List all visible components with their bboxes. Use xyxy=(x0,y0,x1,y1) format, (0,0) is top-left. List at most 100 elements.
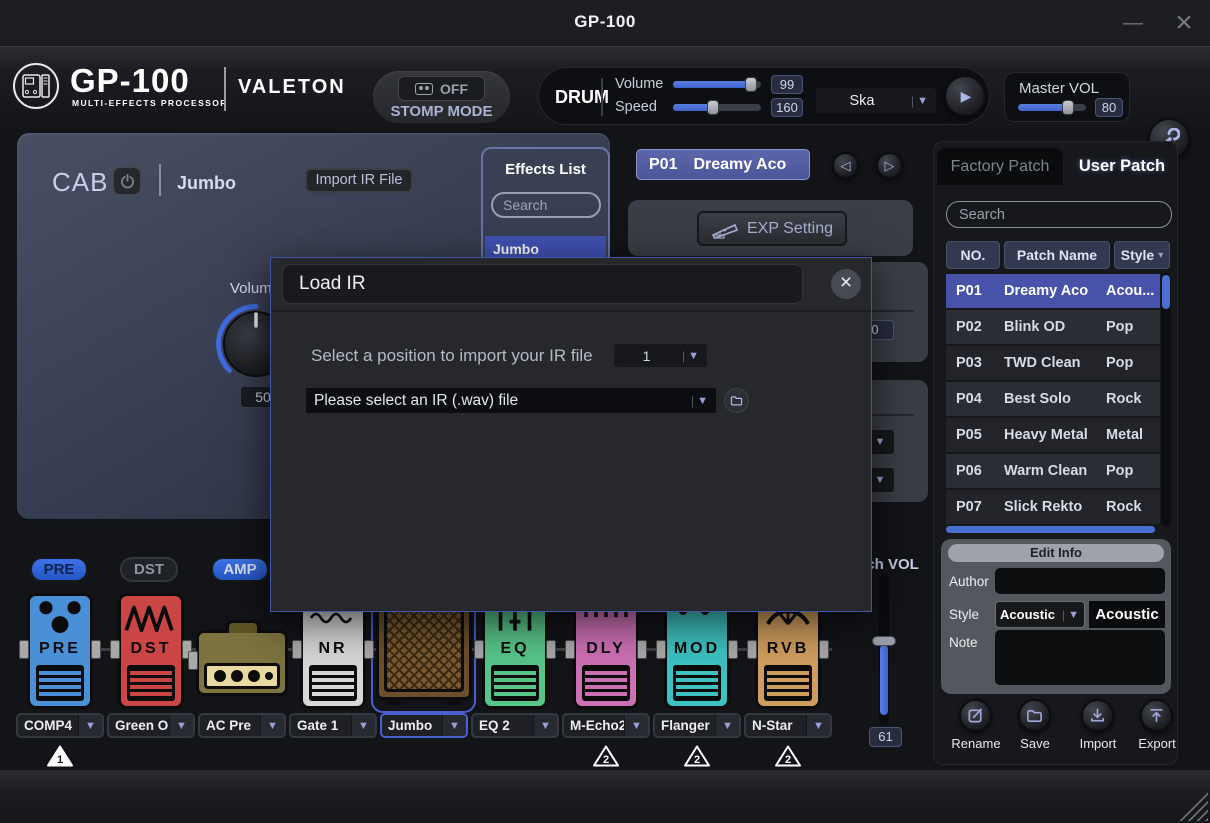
patch-vol-value: 61 xyxy=(869,727,902,747)
author-field[interactable] xyxy=(995,568,1165,594)
drum-play-button[interactable]: ▶ xyxy=(944,75,986,117)
chevron-down-icon: ▼ xyxy=(917,95,928,107)
chevron-down-icon: ▼ xyxy=(624,715,648,736)
master-volume-slider[interactable] xyxy=(1018,104,1086,111)
drum-volume-value: 99 xyxy=(771,75,803,94)
patch-search-input[interactable] xyxy=(946,201,1172,228)
patch-row[interactable]: P07Slick RektoRock xyxy=(946,490,1160,524)
position-select[interactable]: 1 | ▼ xyxy=(614,344,707,367)
brand-divider xyxy=(224,67,226,111)
play-icon: ▶ xyxy=(961,88,972,105)
exp-setting-button[interactable]: EXP Setting xyxy=(697,211,847,246)
drum-group: DRUM Volume 99 Speed 160 Ska | ▼ ▶ xyxy=(538,67,990,125)
stomp-mode-group: OFF STOMP MODE xyxy=(373,71,510,123)
footswitch-icon xyxy=(415,83,433,95)
tab-user-patch[interactable]: User Patch xyxy=(1068,148,1176,185)
patch-row[interactable]: P05Heavy MetalMetal xyxy=(946,418,1160,452)
drum-volume-slider[interactable] xyxy=(673,81,761,88)
power-icon xyxy=(120,174,135,189)
model-select-amp[interactable]: AC Pre ▼ xyxy=(198,713,286,738)
drum-style-select[interactable]: Ska | ▼ xyxy=(816,88,936,113)
vertical-scrollbar[interactable] xyxy=(1161,273,1171,527)
import-ir-file-button[interactable]: Import IR File xyxy=(305,168,413,193)
pill-pre[interactable]: PRE xyxy=(30,557,88,582)
horizontal-scrollbar[interactable] xyxy=(946,526,1155,533)
export-button[interactable] xyxy=(1140,699,1173,732)
model-select-nr[interactable]: Gate 1 ▼ xyxy=(289,713,377,738)
chevron-down-icon: ▼ xyxy=(260,715,284,736)
drum-style-value: Ska xyxy=(816,93,908,109)
rename-button[interactable] xyxy=(959,699,992,732)
patch-row[interactable]: P06Warm CleanPop xyxy=(946,454,1160,488)
pedal-ribs xyxy=(582,665,630,701)
amp-handle xyxy=(226,620,260,633)
column-header-no[interactable]: NO. xyxy=(946,241,1000,269)
model-select-rvb[interactable]: N-Star ▼ xyxy=(744,713,832,738)
effects-list-title: Effects List xyxy=(483,161,608,178)
master-volume-value: 80 xyxy=(1095,98,1123,117)
stomp-mode-toggle[interactable]: OFF xyxy=(398,76,485,101)
load-ir-dialog: Load IR × Select a position to import yo… xyxy=(270,257,872,612)
pedal-amp[interactable] xyxy=(196,630,288,696)
drum-divider xyxy=(601,78,603,116)
minimize-icon[interactable]: — xyxy=(1116,8,1150,38)
column-header-style[interactable]: Style ▾ xyxy=(1114,241,1170,269)
cab-power-button[interactable] xyxy=(112,166,142,196)
dialog-divider xyxy=(271,310,871,312)
knobs-icon xyxy=(30,596,90,640)
drum-speed-slider[interactable] xyxy=(673,104,761,111)
patch-vol-thumb[interactable] xyxy=(872,636,896,646)
next-patch-button[interactable]: ▷ xyxy=(876,152,903,179)
exp-setting-label: EXP Setting xyxy=(747,220,833,238)
pedal-face-label: RVB xyxy=(758,640,818,658)
window-title: GP-100 xyxy=(0,12,1210,32)
patch-row[interactable]: P04Best SoloRock xyxy=(946,382,1160,416)
dropdown-divider: | xyxy=(682,349,685,363)
drum-speed-label: Speed xyxy=(615,99,657,115)
close-icon[interactable]: × xyxy=(1166,4,1202,42)
master-volume-label: Master VOL xyxy=(1019,80,1099,97)
edit-info-panel: Edit Info Author Style Acoustic | ▼ Acou… xyxy=(941,539,1171,694)
svg-text:1: 1 xyxy=(57,754,63,766)
chevron-down-icon: ▼ xyxy=(688,350,699,362)
effects-search-input[interactable] xyxy=(491,192,601,218)
current-patch-display[interactable]: P01 Dreamy Aco xyxy=(636,149,810,180)
model-select-cab[interactable]: Jumbo ▼ xyxy=(380,713,468,738)
column-header-patch-name[interactable]: Patch Name xyxy=(1004,241,1110,269)
pedal-dst[interactable]: DST xyxy=(118,593,184,709)
tab-factory-patch[interactable]: Factory Patch xyxy=(937,148,1063,185)
patch-row[interactable]: P01Dreamy AcoAcou... xyxy=(946,274,1160,308)
ir-file-select[interactable]: Please select an IR (.wav) file | ▼ xyxy=(306,388,716,413)
style-select[interactable]: Acoustic | ▼ xyxy=(995,601,1085,628)
save-button[interactable] xyxy=(1018,699,1051,732)
pill-amp[interactable]: AMP xyxy=(211,557,269,582)
import-button[interactable] xyxy=(1081,699,1114,732)
chevron-down-icon: ▼ xyxy=(78,715,102,736)
chevron-down-icon: ▼ xyxy=(697,395,708,407)
model-select-pre[interactable]: COMP4 ▼ xyxy=(16,713,104,738)
master-volume-group: Master VOL 80 xyxy=(1004,72,1130,122)
drum-volume-label: Volume xyxy=(615,76,663,92)
rename-icon xyxy=(967,707,984,724)
chevron-down-icon: ▼ xyxy=(442,715,466,736)
patch-row[interactable]: P03TWD CleanPop xyxy=(946,346,1160,380)
pedal-cab[interactable] xyxy=(376,600,472,700)
style-label: Style xyxy=(949,607,979,622)
model-select-eq[interactable]: EQ 2 ▼ xyxy=(471,713,559,738)
stomp-mode-label: STOMP MODE xyxy=(373,103,510,120)
patch-row[interactable]: P02Blink ODPop xyxy=(946,310,1160,344)
close-icon[interactable]: × xyxy=(831,269,861,299)
chevron-down-icon: ▼ xyxy=(533,715,557,736)
note-field[interactable] xyxy=(995,630,1165,685)
pill-dst[interactable]: DST xyxy=(120,557,178,582)
model-select-mod[interactable]: Flanger ▼ xyxy=(653,713,741,738)
previous-patch-button[interactable]: ◁ xyxy=(832,152,859,179)
model-select-dly[interactable]: M-Echo2 ▼ xyxy=(562,713,650,738)
pedal-face-label: DLY xyxy=(576,640,636,658)
brand-model: GP-100 xyxy=(70,62,190,100)
dropdown-divider: | xyxy=(691,394,694,408)
resize-grip-icon[interactable] xyxy=(1178,791,1208,821)
browse-file-button[interactable] xyxy=(724,388,749,413)
model-select-dst[interactable]: Green OD ▼ xyxy=(107,713,195,738)
pedal-pre[interactable]: PRE xyxy=(27,593,93,709)
